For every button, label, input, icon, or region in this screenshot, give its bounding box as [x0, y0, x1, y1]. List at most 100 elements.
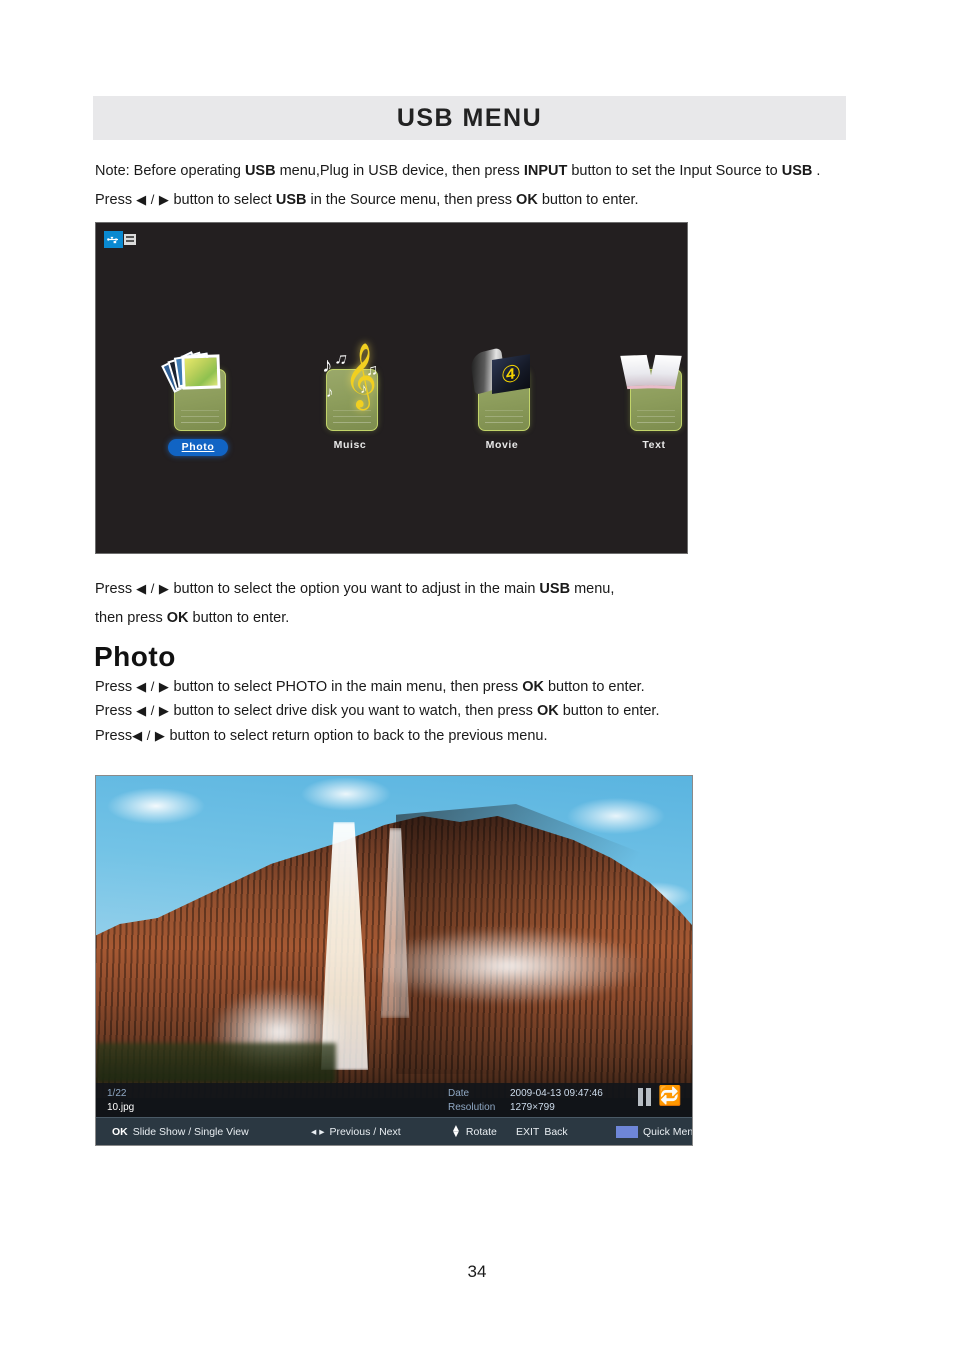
left-right-arrow-icon: ◂ ▸ — [311, 1126, 325, 1138]
after1-bold-usb: USB — [539, 581, 571, 597]
note-paragraph: Note: Before operating USB menu,Plug in … — [95, 162, 820, 182]
left-right-arrow-icon: ◀ / ▶ — [136, 192, 170, 207]
photo-stack-icon — [152, 341, 244, 433]
press-usb-paragraph: Press ◀ / ▶ button to select USB in the … — [95, 191, 639, 211]
note-suffix: . — [812, 163, 821, 179]
action-exit-back[interactable]: EXIT Back — [516, 1126, 568, 1138]
photo-preview-image — [96, 776, 692, 1098]
photo-file-info: 1/22 10.jpg — [107, 1087, 134, 1115]
usb-tile-label-movie: Movie — [485, 439, 519, 451]
section-heading-photo: Photo — [94, 641, 176, 672]
p2-prefix: Press — [95, 703, 137, 719]
usb-plug-icon — [104, 231, 123, 248]
eighth-note-icon: ♪ — [326, 384, 334, 401]
after2-prefix: then press — [95, 610, 167, 626]
usb-tile-label-text: Text — [642, 439, 666, 451]
press-prefix: Press — [95, 192, 137, 208]
after1-suffix: menu, — [570, 581, 615, 597]
photo-date-label: Date — [448, 1088, 470, 1099]
usb-device-badge — [104, 231, 136, 248]
note-bold-usb-2: USB — [781, 163, 813, 179]
photo-resolution-value: 1279×799 — [510, 1102, 555, 1113]
action-quick-menu[interactable]: Quick Menu — [616, 1126, 693, 1138]
open-book-icon — [608, 341, 687, 433]
after-screen-line-1: Press ◀ / ▶ button to select the option … — [95, 580, 614, 600]
left-right-arrow-icon: ◀ / ▶ — [136, 679, 170, 694]
photo-instruction-3: Press◀ / ▶ button to select return optio… — [95, 727, 547, 747]
usb-tile-label-photo: Photo — [167, 439, 229, 456]
p2-suffix: button to enter. — [558, 703, 660, 719]
note-bold-usb: USB — [244, 163, 276, 179]
usb-connector-icon — [124, 234, 136, 245]
page-number: 34 — [467, 1262, 487, 1281]
after1-mid: button to select the option you want to … — [169, 581, 540, 597]
countdown-three-icon: ④ — [500, 358, 522, 389]
page-title: USB MENU — [396, 103, 543, 132]
up-down-arrow-icon: ▲ ▼ — [451, 1123, 461, 1140]
p2-mid: button to select drive disk you want to … — [169, 703, 537, 719]
film-reel-icon: ④ — [456, 341, 548, 433]
photo-meta: Date 2009-04-13 09:47:46 Resolution 1279… — [448, 1087, 603, 1115]
photo-resolution-row: Resolution 1279×799 — [448, 1101, 603, 1115]
usb-tile-text[interactable]: Text — [608, 341, 687, 456]
eighth-note-icon: ♪ — [322, 354, 333, 377]
slideshow-label: Slide Show / Single View — [132, 1126, 249, 1138]
photo-index: 1/22 — [107, 1088, 127, 1099]
action-slideshow[interactable]: OK Slide Show / Single View — [112, 1126, 249, 1138]
left-right-arrow-icon: ◀ / ▶ — [136, 703, 170, 718]
usb-tile-music[interactable]: ♪ ♫ ♫ ♪ ♪ 𝄞 Muisc — [304, 341, 396, 456]
usb-menu-screenshot: Photo ♪ ♫ ♫ ♪ ♪ 𝄞 Muisc ④ Movie Text — [95, 222, 688, 554]
press-bold-ok: OK — [516, 192, 538, 208]
note-mid-2: button to set the Input Source to — [567, 163, 782, 179]
photo-viewer-screenshot: 1/22 10.jpg Date 2009-04-13 09:47:46 Res… — [95, 775, 693, 1146]
usb-tile-movie[interactable]: ④ Movie — [456, 341, 548, 456]
quick-menu-label: Quick Menu — [643, 1126, 693, 1138]
p3-prefix: Press — [95, 728, 133, 744]
page-title-bar: USB MENU — [93, 96, 846, 140]
photo-sheet-front — [181, 354, 221, 390]
left-right-arrow-icon: ◀ / ▶ — [136, 581, 170, 596]
press-bold-usb: USB — [275, 192, 307, 208]
p2-bold-ok: OK — [536, 703, 559, 719]
after-screen-line-2: then press OK button to enter. — [95, 609, 289, 629]
note-bold-input: INPUT — [523, 163, 568, 179]
note-prefix: Note: Before operating — [95, 163, 245, 179]
usb-tile-label-music: Muisc — [333, 439, 367, 451]
press-mid-1: button to select — [169, 192, 276, 208]
foreground-vegetation — [96, 1043, 336, 1083]
mist-cloud — [364, 926, 654, 1006]
after2-suffix: button to enter. — [188, 610, 290, 626]
ok-key-label: OK — [112, 1126, 128, 1138]
usb-tile-photo[interactable]: Photo — [152, 341, 244, 456]
p1-mid: button to select PHOTO in the main menu,… — [169, 679, 523, 695]
p3-mid: button to select return option to back t… — [165, 728, 548, 744]
photo-osd-icons: 🔁 — [638, 1087, 682, 1106]
action-rotate[interactable]: ▲ ▼ Rotate — [451, 1123, 497, 1140]
exit-key-label: EXIT — [516, 1126, 540, 1138]
photo-date-row: Date 2009-04-13 09:47:46 — [448, 1087, 603, 1101]
after1-prefix: Press — [95, 581, 137, 597]
back-label: Back — [544, 1126, 568, 1138]
blue-button-icon — [616, 1126, 638, 1138]
repeat-icon[interactable]: 🔁 — [658, 1087, 682, 1106]
press-suffix: button to enter. — [537, 192, 639, 208]
after2-bold-ok: OK — [166, 610, 189, 626]
manual-page: USB MENU Note: Before operating USB menu… — [0, 0, 954, 1350]
p1-prefix: Press — [95, 679, 137, 695]
treble-clef-icon: 𝄞 — [344, 343, 378, 406]
photo-date-value: 2009-04-13 09:47:46 — [510, 1088, 603, 1099]
usb-menu-tiles: Photo ♪ ♫ ♫ ♪ ♪ 𝄞 Muisc ④ Movie Text — [96, 341, 687, 456]
film-countdown-panel: ④ — [492, 353, 530, 395]
pause-icon[interactable] — [638, 1088, 652, 1106]
press-mid-2: in the Source menu, then press — [306, 192, 517, 208]
photo-osd-info: 1/22 10.jpg Date 2009-04-13 09:47:46 Res… — [96, 1083, 692, 1117]
p1-suffix: button to enter. — [543, 679, 645, 695]
left-right-arrow-icon: ◀ / ▶ — [132, 728, 166, 743]
photo-instruction-1: Press ◀ / ▶ button to select PHOTO in th… — [95, 678, 645, 698]
action-previous-next[interactable]: ◂ ▸ Previous / Next — [311, 1126, 401, 1138]
photo-instruction-2: Press ◀ / ▶ button to select drive disk … — [95, 702, 660, 722]
photo-filename: 10.jpg — [107, 1102, 135, 1113]
photo-resolution-label: Resolution — [448, 1102, 496, 1113]
music-note-icon: ♪ ♫ ♫ ♪ ♪ 𝄞 — [304, 341, 396, 433]
note-mid-1: menu,Plug in USB device, then press — [275, 163, 524, 179]
